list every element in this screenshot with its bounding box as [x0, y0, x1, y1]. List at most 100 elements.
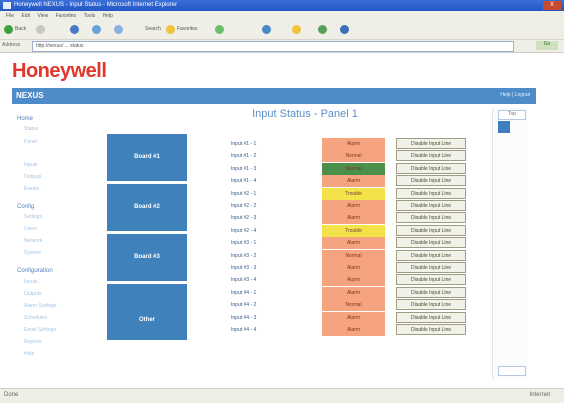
board-block: Other	[107, 300, 187, 340]
print-icon[interactable]	[292, 25, 301, 34]
address-value: http://nexus/ ... status	[36, 43, 84, 49]
nav-item[interactable]: Events	[24, 186, 39, 192]
header-links[interactable]: Help | Logout	[500, 92, 530, 98]
disable-input-line-button[interactable]: Disable Input Line	[396, 287, 466, 298]
back-button-label[interactable]: Back	[15, 26, 26, 32]
nav-item[interactable]: Schedules	[24, 315, 47, 321]
menu-view[interactable]: View	[37, 13, 48, 19]
input-line-label: Input #4 - 1	[231, 290, 257, 296]
browser-toolbar: Back Search Favorites	[0, 20, 564, 40]
back-icon[interactable]	[4, 25, 13, 34]
disable-input-line-button[interactable]: Disable Input Line	[396, 200, 466, 211]
status-cell: Alarm	[322, 262, 385, 274]
product-name: NEXUS	[16, 91, 44, 100]
address-bar: Address http://nexus/ ... status Go	[0, 40, 564, 53]
board-block: Board #1	[107, 134, 187, 181]
messenger-icon[interactable]	[340, 25, 349, 34]
input-line-label: Input #4 - 3	[231, 315, 257, 321]
favorites-icon[interactable]	[166, 25, 175, 34]
page-title: Input Status - Panel 1	[252, 108, 358, 120]
menu-edit[interactable]: Edit	[21, 13, 30, 19]
nav-item[interactable]: Network	[24, 238, 42, 244]
nav-item[interactable]: Inputs	[24, 162, 38, 168]
nav-section-title[interactable]: Configuration	[17, 268, 53, 274]
input-line-label: Input #4 - 2	[231, 302, 257, 308]
nav-item[interactable]: Users	[24, 226, 37, 232]
product-header-bar: NEXUS Help | Logout	[12, 88, 536, 104]
board-block: Board #2	[107, 184, 187, 231]
menu-tools[interactable]: Tools	[84, 13, 96, 19]
input-line-label: Input #2 - 3	[231, 215, 257, 221]
nav-item[interactable]: Inputs	[24, 279, 38, 285]
nav-item[interactable]: Status	[24, 126, 38, 132]
board-block: Board #3	[107, 234, 187, 281]
menu-file[interactable]: File	[6, 13, 14, 19]
home-icon[interactable]	[114, 25, 123, 34]
status-cell: Alarm	[322, 287, 385, 299]
nav-item[interactable]: Panel	[24, 139, 37, 145]
disable-input-line-button[interactable]: Disable Input Line	[396, 312, 466, 323]
nav-item[interactable]: Email Settings	[24, 327, 56, 333]
go-button[interactable]: Go	[536, 41, 558, 50]
disable-input-line-button[interactable]: Disable Input Line	[396, 138, 466, 149]
input-line-label: Input #3 - 3	[231, 265, 257, 271]
nav-item[interactable]: Reports	[24, 339, 42, 345]
input-line-label: Input #1 - 3	[231, 166, 257, 172]
disable-input-line-button[interactable]: Disable Input Line	[396, 150, 466, 161]
address-input[interactable]: http://nexus/ ... status	[32, 41, 514, 52]
forward-icon[interactable]	[36, 25, 45, 34]
nav-section-title[interactable]: Home	[17, 116, 33, 122]
disable-input-line-button[interactable]: Disable Input Line	[396, 175, 466, 186]
disable-input-line-button[interactable]: Disable Input Line	[396, 188, 466, 199]
scroll-bottom-button[interactable]	[498, 366, 526, 376]
scroll-top-button[interactable]: Top	[498, 110, 526, 120]
disable-input-line-button[interactable]: Disable Input Line	[396, 237, 466, 248]
disable-input-line-button[interactable]: Disable Input Line	[396, 299, 466, 310]
page-scrollbar[interactable]: Top	[492, 108, 528, 380]
input-line-label: Input #1 - 4	[231, 178, 257, 184]
status-cell: Alarm	[322, 138, 385, 150]
nav-item[interactable]: System	[24, 250, 41, 256]
status-cell: Trouble	[322, 188, 385, 200]
disable-input-line-button[interactable]: Disable Input Line	[396, 212, 466, 223]
nav-section-title[interactable]: Config	[17, 204, 34, 210]
nav-item[interactable]: Settings	[24, 214, 42, 220]
disable-input-line-button[interactable]: Disable Input Line	[396, 225, 466, 236]
status-cell: Alarm	[322, 200, 385, 212]
nav-item[interactable]: Help	[24, 351, 34, 357]
search-button-label[interactable]: Search	[145, 26, 161, 32]
nav-item[interactable]: Outputs	[24, 174, 42, 180]
menu-bar: File Edit View Favorites Tools Help	[0, 11, 564, 20]
close-button[interactable]: X	[543, 1, 561, 10]
status-cell: Alarm	[322, 212, 385, 224]
input-line-label: Input #2 - 2	[231, 203, 257, 209]
scroll-thumb[interactable]	[498, 121, 510, 133]
stop-icon[interactable]	[70, 25, 79, 34]
nav-item[interactable]: Outputs	[24, 291, 42, 297]
input-line-label: Input #3 - 4	[231, 277, 257, 283]
address-label: Address	[2, 42, 21, 48]
disable-input-line-button[interactable]: Disable Input Line	[396, 250, 466, 261]
mail-icon[interactable]	[262, 25, 271, 34]
status-cell: Normal	[322, 250, 385, 262]
status-cell: Alarm	[322, 237, 385, 249]
refresh-icon[interactable]	[92, 25, 101, 34]
nav-item[interactable]: Alarm Settings	[24, 303, 57, 309]
media-icon[interactable]	[215, 25, 224, 34]
disable-input-line-button[interactable]: Disable Input Line	[396, 274, 466, 285]
zone-text: Internet	[529, 392, 550, 398]
disable-input-line-button[interactable]: Disable Input Line	[396, 163, 466, 174]
status-text: Done	[4, 392, 19, 398]
honeywell-logo: Honeywell	[12, 60, 107, 82]
menu-help[interactable]: Help	[103, 13, 113, 19]
window-title: Honeywell NEXUS - Input Status - Microso…	[14, 2, 178, 8]
edit-icon[interactable]	[318, 25, 327, 34]
status-cell: Normal	[322, 299, 385, 311]
favorites-button-label[interactable]: Favorites	[177, 26, 198, 32]
disable-input-line-button[interactable]: Disable Input Line	[396, 324, 466, 335]
menu-favorites[interactable]: Favorites	[56, 13, 77, 19]
disable-input-line-button[interactable]: Disable Input Line	[396, 262, 466, 273]
status-cell: Alarm	[322, 274, 385, 286]
input-line-label: Input #3 - 1	[231, 240, 257, 246]
status-cell: Normal	[322, 163, 385, 175]
